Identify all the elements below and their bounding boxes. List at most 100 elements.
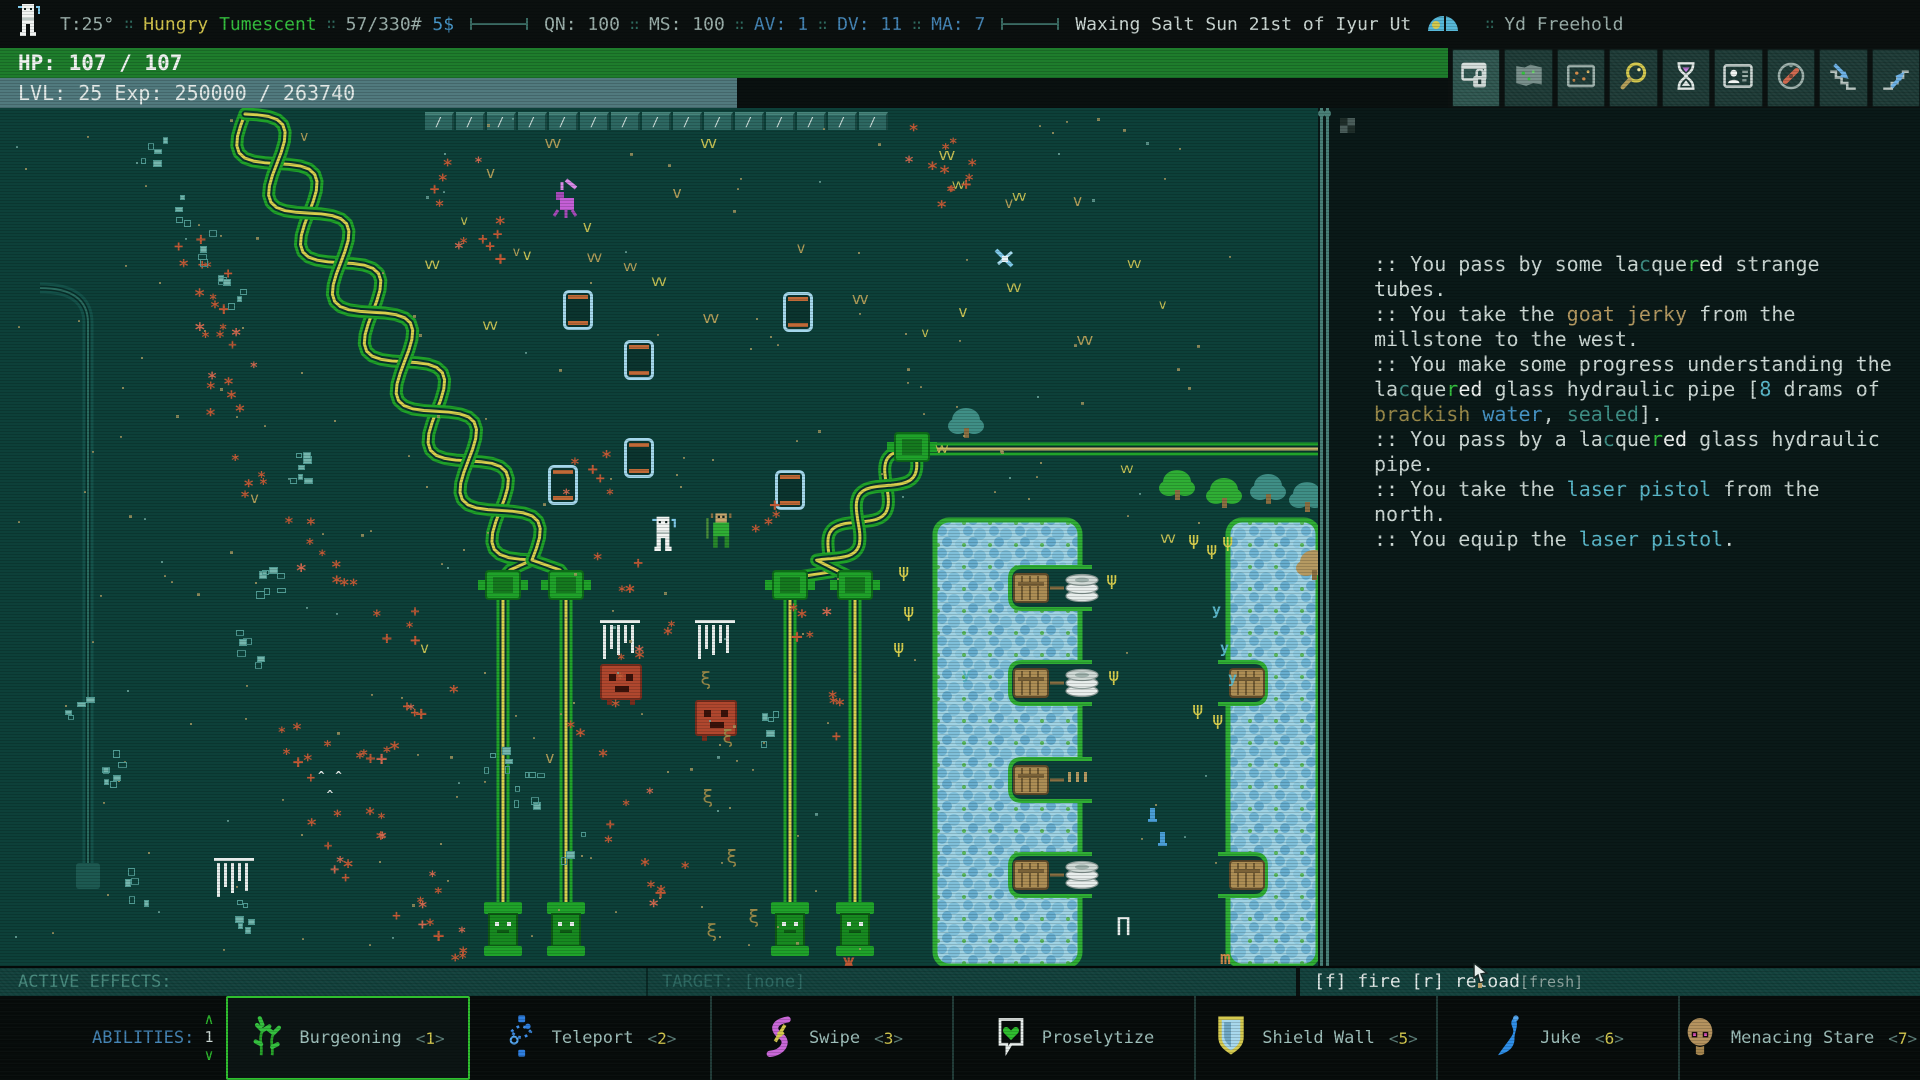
white-table[interactable]: Π: [1116, 912, 1131, 941]
grass-tuft: vv: [1120, 458, 1132, 477]
ruin-cluster: [230, 898, 264, 940]
red-spider-creature[interactable]: Ж: [843, 954, 854, 966]
grass-tuft: vv: [935, 438, 947, 457]
flower: *: [562, 484, 570, 503]
proselytize-icon: [994, 1014, 1028, 1062]
door[interactable]: [783, 292, 813, 332]
grate[interactable]: [214, 858, 254, 900]
flower: *: [598, 746, 609, 767]
pager-down-icon[interactable]: ∨: [198, 1046, 220, 1064]
flower: *: [634, 647, 645, 669]
tree-teal[interactable]: [952, 408, 980, 438]
ability-juke[interactable]: Juke<6>: [1436, 996, 1678, 1080]
blue-soldier-creature[interactable]: [1160, 832, 1167, 846]
ground-dot: [245, 718, 247, 720]
weapon-actions-bar: [f] fire [r] reload[fresh]: [1300, 966, 1920, 996]
world-map-button[interactable]: [1504, 49, 1552, 107]
look-button[interactable]: [1609, 49, 1657, 107]
ability-teleport[interactable]: Teleport<2>: [470, 996, 710, 1080]
flower: *: [435, 196, 445, 215]
sprout-icon: [251, 1014, 285, 1062]
pager-up-icon[interactable]: ∧: [198, 1010, 220, 1028]
game-map[interactable]: ///////////////^ ^ ^ЖmΠvvvvvvvvvvvvvvvvv…: [0, 108, 1318, 966]
ground-dot: [158, 911, 160, 913]
level-bar: LVL: 25 Exp: 250000 / 263740: [0, 78, 737, 108]
lock-interface-button[interactable]: [1452, 49, 1500, 107]
bird-flock[interactable]: ^ ^ ^: [318, 764, 344, 802]
ground-dot: [719, 936, 721, 938]
ground-dot: [1198, 522, 1200, 524]
log-line: :: You make some progress understanding …: [1374, 352, 1898, 427]
ground-dot: [171, 581, 173, 583]
flower: +: [606, 814, 615, 833]
flower: *: [434, 883, 443, 902]
ability-swipe[interactable]: Swipe<3>: [710, 996, 952, 1080]
fire-action[interactable]: [f] fire: [1314, 971, 1401, 992]
grate[interactable]: [695, 620, 735, 662]
ground-dot: [668, 164, 671, 167]
compass-button[interactable]: [1767, 49, 1815, 107]
minimap-button[interactable]: [1557, 49, 1605, 107]
ground-dot: [657, 334, 659, 336]
flower: +: [228, 334, 236, 353]
flower: *: [339, 575, 350, 596]
ground-dot: [1040, 462, 1042, 464]
goatfolk-creature[interactable]: [704, 512, 736, 560]
ground-dot: [141, 357, 143, 359]
ability-proselytize[interactable]: Proselytize: [952, 996, 1194, 1080]
character-sheet-button[interactable]: [1714, 49, 1762, 107]
wait-button[interactable]: [1662, 49, 1710, 107]
ruin-cluster: [195, 228, 229, 270]
reload-action[interactable]: [r] reload: [1412, 971, 1520, 992]
wall-tile: /: [456, 112, 485, 130]
flower: *: [306, 815, 317, 836]
tree-teal[interactable]: [1254, 474, 1282, 504]
tree-green[interactable]: [1210, 478, 1238, 508]
ground-dot: [819, 181, 821, 183]
grass-tuft: v: [420, 638, 427, 657]
flower: *: [219, 319, 227, 338]
door[interactable]: [624, 340, 654, 380]
tree-teal[interactable]: [1293, 482, 1318, 512]
panel-grid-icon[interactable]: [1340, 118, 1355, 133]
ruin-cluster: [165, 188, 199, 230]
abilities-pager[interactable]: ∧ 1 ∨: [198, 1010, 220, 1064]
flower: *: [805, 627, 814, 646]
stairs-down-button[interactable]: [1819, 49, 1867, 107]
blue-soldier-creature[interactable]: [1150, 808, 1157, 822]
ground-dot: [361, 534, 364, 537]
location-name: Yd Freehold: [1504, 14, 1623, 35]
ground-dot: [18, 326, 20, 328]
panel-divider[interactable]: [1318, 108, 1332, 966]
purple-insect-creature[interactable]: [548, 178, 580, 226]
ground-dot: [737, 188, 739, 190]
stat-ma: MA: 7: [931, 14, 985, 35]
flower: *: [365, 804, 376, 825]
door[interactable]: [624, 438, 654, 478]
hp-text: HP: 107 / 107: [18, 51, 182, 75]
stairs-up-button[interactable]: [1872, 49, 1920, 107]
tree-tan[interactable]: [1300, 550, 1318, 580]
status-tumescent[interactable]: Tumescent: [219, 14, 317, 35]
ground-dot: [144, 518, 146, 520]
tree-green[interactable]: [1163, 470, 1191, 500]
message-log: :: You pass by some lacquered strange tu…: [1374, 252, 1898, 552]
orange-creature[interactable]: m: [1220, 948, 1231, 966]
ability-shield-wall[interactable]: Shield Wall<5>: [1194, 996, 1436, 1080]
flower: *: [936, 197, 947, 218]
ground-dot: [136, 162, 138, 164]
flower: *: [318, 545, 326, 564]
ability-name: Burgeoning: [299, 1028, 401, 1048]
dragonfly-creature[interactable]: [992, 246, 1018, 276]
ability-menacing-stare[interactable]: Menacing Stare<7>: [1678, 996, 1920, 1080]
player-character[interactable]: [648, 516, 678, 560]
ground-dot: [630, 153, 633, 156]
ground-dot: [565, 617, 567, 619]
door[interactable]: [563, 290, 593, 330]
status-hungry[interactable]: Hungry: [143, 14, 208, 35]
ability-burgeoning[interactable]: Burgeoning<1>: [226, 996, 470, 1080]
grass-tuft: v: [797, 238, 804, 257]
ground-dot: [1039, 125, 1041, 127]
ability-hotkey: <7>: [1888, 1029, 1917, 1048]
ground-dot: [966, 259, 968, 261]
